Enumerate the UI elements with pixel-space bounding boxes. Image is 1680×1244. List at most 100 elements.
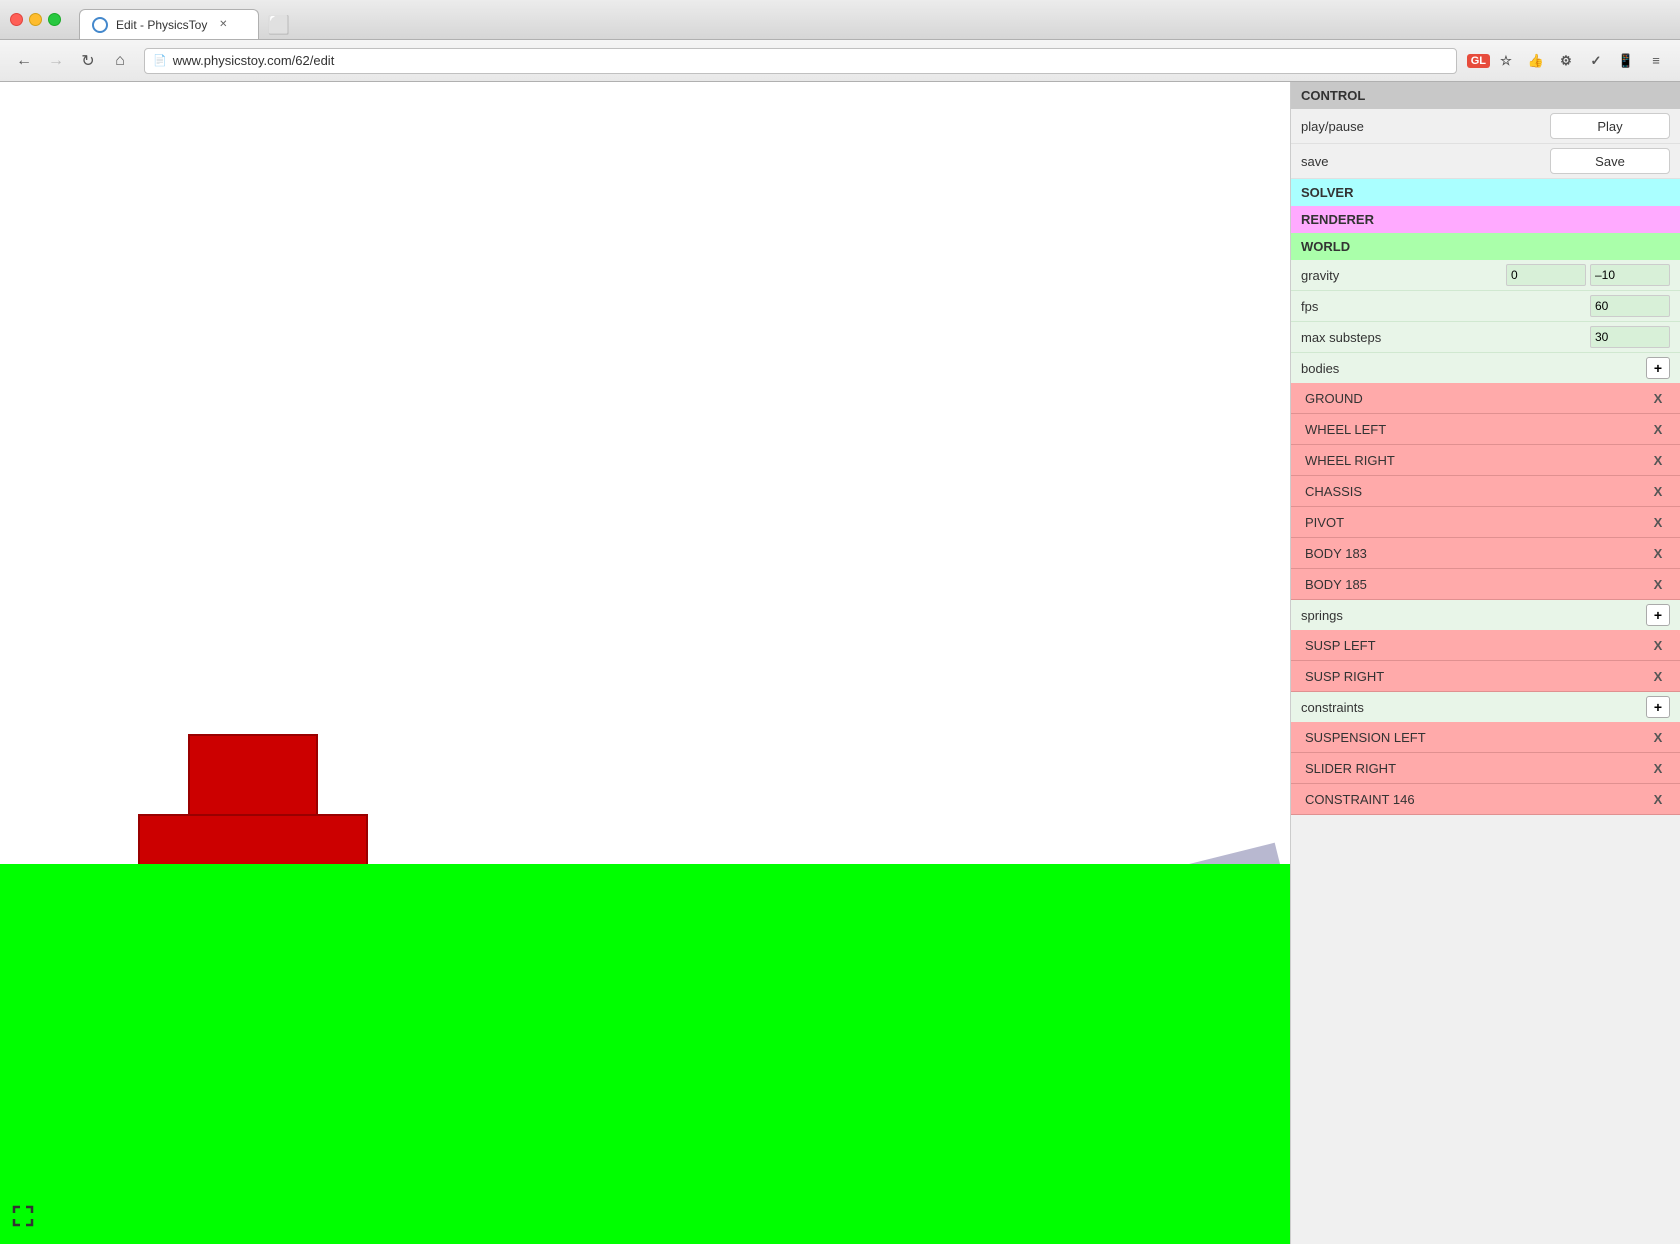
maximize-button[interactable] <box>48 13 61 26</box>
body-wheel-left-label: WHEEL LEFT <box>1305 422 1646 437</box>
body-wheel-right-label: WHEEL RIGHT <box>1305 453 1646 468</box>
home-button[interactable]: ⌂ <box>106 47 134 75</box>
constraint-slider-right-label: SLIDER RIGHT <box>1305 761 1646 776</box>
tab-area: Edit - PhysicsToy ✕ ⬜ <box>79 0 293 39</box>
new-tab-button[interactable]: ⬜ <box>265 11 293 39</box>
gl-badge: GL <box>1467 54 1490 68</box>
settings-button[interactable]: ⚙ <box>1552 47 1580 75</box>
spring-susp-right-label: SUSP RIGHT <box>1305 669 1646 684</box>
spring-item-susp-left[interactable]: SUSP LEFT X <box>1291 630 1680 661</box>
body-item-pivot[interactable]: PIVOT X <box>1291 507 1680 538</box>
body-item-wheel-left[interactable]: WHEEL LEFT X <box>1291 414 1680 445</box>
play-pause-row: play/pause Play <box>1291 109 1680 144</box>
menu-button[interactable]: ≡ <box>1642 47 1670 75</box>
extension2-button[interactable]: ✓ <box>1582 47 1610 75</box>
play-button[interactable]: Play <box>1550 113 1670 139</box>
add-body-button[interactable]: + <box>1646 357 1670 379</box>
fullscreen-icon[interactable] <box>12 1205 34 1232</box>
save-button[interactable]: Save <box>1550 148 1670 174</box>
remove-wheel-right-button[interactable]: X <box>1646 449 1670 471</box>
springs-label: springs <box>1301 608 1646 623</box>
bodies-label: bodies <box>1301 361 1646 376</box>
main-content: CONTROL play/pause Play save Save SOLVER… <box>0 82 1680 1244</box>
active-tab[interactable]: Edit - PhysicsToy ✕ <box>79 9 259 39</box>
add-constraint-button[interactable]: + <box>1646 696 1670 718</box>
constraint-suspension-left-label: SUSPENSION LEFT <box>1305 730 1646 745</box>
remove-suspension-left-button[interactable]: X <box>1646 726 1670 748</box>
body-item-185[interactable]: BODY 185 X <box>1291 569 1680 600</box>
remove-susp-right-button[interactable]: X <box>1646 665 1670 687</box>
extension1-button[interactable]: 👍 <box>1522 47 1550 75</box>
tab-favicon <box>92 17 108 33</box>
browser-toolbar: ← → ↻ ⌂ 📄 www.physicstoy.com/62/edit GL … <box>0 40 1680 82</box>
max-substeps-input[interactable] <box>1590 326 1670 348</box>
tab-close-button[interactable]: ✕ <box>215 17 231 33</box>
max-substeps-label: max substeps <box>1301 330 1590 345</box>
spring-susp-left-label: SUSP LEFT <box>1305 638 1646 653</box>
minimize-button[interactable] <box>29 13 42 26</box>
back-button[interactable]: ← <box>10 47 38 75</box>
body-pivot-label: PIVOT <box>1305 515 1646 530</box>
remove-body-183-button[interactable]: X <box>1646 542 1670 564</box>
toolbar-right: GL ☆ 👍 ⚙ ✓ 📱 ≡ <box>1467 47 1670 75</box>
world-section-header[interactable]: WORLD <box>1291 233 1680 260</box>
springs-list: SUSP LEFT X SUSP RIGHT X <box>1291 630 1680 692</box>
bookmark-button[interactable]: ☆ <box>1492 47 1520 75</box>
physics-scene <box>0 82 1290 1244</box>
solver-section-header[interactable]: SOLVER <box>1291 179 1680 206</box>
max-substeps-row: max substeps <box>1291 322 1680 353</box>
extension3-button[interactable]: 📱 <box>1612 47 1640 75</box>
constraint-item-146[interactable]: CONSTRAINT 146 X <box>1291 784 1680 815</box>
remove-body-185-button[interactable]: X <box>1646 573 1670 595</box>
forward-button[interactable]: → <box>42 47 70 75</box>
fps-row: fps <box>1291 291 1680 322</box>
renderer-section-header[interactable]: RENDERER <box>1291 206 1680 233</box>
body-chassis-label: CHASSIS <box>1305 484 1646 499</box>
play-label: play/pause <box>1301 119 1550 134</box>
body-item-183[interactable]: BODY 183 X <box>1291 538 1680 569</box>
body-ground-label: GROUND <box>1305 391 1646 406</box>
body-item-chassis[interactable]: CHASSIS X <box>1291 476 1680 507</box>
remove-wheel-left-button[interactable]: X <box>1646 418 1670 440</box>
gravity-label: gravity <box>1301 268 1506 283</box>
tab-title: Edit - PhysicsToy <box>116 18 207 32</box>
remove-constraint-146-button[interactable]: X <box>1646 788 1670 810</box>
url-text: www.physicstoy.com/62/edit <box>173 53 335 68</box>
remove-ground-button[interactable]: X <box>1646 387 1670 409</box>
gravity-row: gravity <box>1291 260 1680 291</box>
save-row: save Save <box>1291 144 1680 179</box>
traffic-lights <box>10 13 61 26</box>
turret-shape <box>188 734 318 819</box>
address-bar[interactable]: 📄 www.physicstoy.com/62/edit <box>144 48 1457 74</box>
springs-header: springs + <box>1291 600 1680 630</box>
canvas-area[interactable] <box>0 82 1290 1244</box>
bodies-header: bodies + <box>1291 353 1680 383</box>
constraint-item-suspension-left[interactable]: SUSPENSION LEFT X <box>1291 722 1680 753</box>
add-spring-button[interactable]: + <box>1646 604 1670 626</box>
right-panel: CONTROL play/pause Play save Save SOLVER… <box>1290 82 1680 1244</box>
page-icon: 📄 <box>153 54 167 67</box>
body-185-label: BODY 185 <box>1305 577 1646 592</box>
gravity-y-input[interactable] <box>1590 264 1670 286</box>
bodies-list: GROUND X WHEEL LEFT X WHEEL RIGHT X CHAS… <box>1291 383 1680 600</box>
titlebar: Edit - PhysicsToy ✕ ⬜ <box>0 0 1680 40</box>
constraints-header: constraints + <box>1291 692 1680 722</box>
remove-pivot-button[interactable]: X <box>1646 511 1670 533</box>
remove-chassis-button[interactable]: X <box>1646 480 1670 502</box>
remove-susp-left-button[interactable]: X <box>1646 634 1670 656</box>
reload-button[interactable]: ↻ <box>74 47 102 75</box>
save-label: save <box>1301 154 1550 169</box>
fps-input[interactable] <box>1590 295 1670 317</box>
gravity-x-input[interactable] <box>1506 264 1586 286</box>
body-item-wheel-right[interactable]: WHEEL RIGHT X <box>1291 445 1680 476</box>
fps-label: fps <box>1301 299 1590 314</box>
body-item-ground[interactable]: GROUND X <box>1291 383 1680 414</box>
spring-item-susp-right[interactable]: SUSP RIGHT X <box>1291 661 1680 692</box>
constraint-146-label: CONSTRAINT 146 <box>1305 792 1646 807</box>
control-section-header: CONTROL <box>1291 82 1680 109</box>
close-button[interactable] <box>10 13 23 26</box>
constraints-list: SUSPENSION LEFT X SLIDER RIGHT X CONSTRA… <box>1291 722 1680 815</box>
remove-slider-right-button[interactable]: X <box>1646 757 1670 779</box>
constraint-item-slider-right[interactable]: SLIDER RIGHT X <box>1291 753 1680 784</box>
constraints-label: constraints <box>1301 700 1646 715</box>
